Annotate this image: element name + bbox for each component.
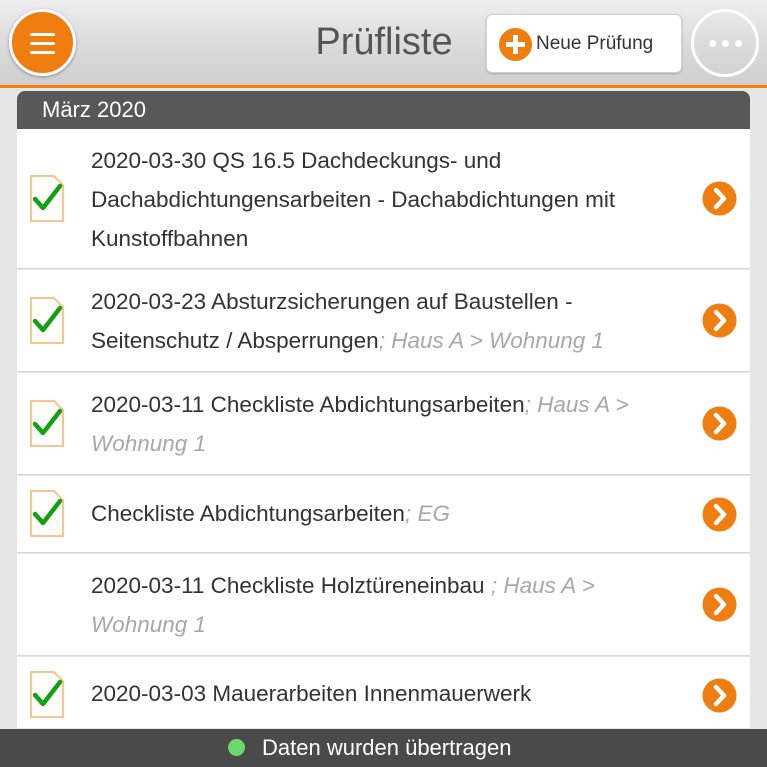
new-inspection-label: Neue Prüfung xyxy=(536,33,654,54)
status-bar: Daten wurden übertragen xyxy=(0,729,767,767)
chevron-right-icon[interactable] xyxy=(702,303,737,338)
more-dots-icon-dot xyxy=(722,40,729,47)
new-inspection-button[interactable]: Neue Prüfung xyxy=(486,14,682,73)
item-title: 2020-03-03 Mauerarbeiten Innenmauerwerk xyxy=(91,681,532,706)
item-text: Checkliste Abdichtungsarbeiten; EG xyxy=(91,494,691,533)
list-item[interactable]: 2020-03-11 Checkliste Holztüreneinbau ; … xyxy=(17,554,750,656)
chevron-right-icon[interactable] xyxy=(702,587,737,622)
list-item[interactable]: 2020-03-30 QS 16.5 Dachdeckungs- und Dac… xyxy=(17,129,750,269)
month-section-header: März 2020 xyxy=(17,91,750,129)
chevron-right-icon[interactable] xyxy=(702,497,737,532)
status-dot-icon xyxy=(228,739,245,756)
item-title: Checkliste Abdichtungsarbeiten xyxy=(91,501,405,526)
list-item[interactable]: 2020-03-03 Mauerarbeiten Innenmauerwerk xyxy=(17,657,750,728)
checked-document-icon xyxy=(29,399,65,448)
list-item[interactable]: 2020-03-11 Checkliste Abdichtungsarbeite… xyxy=(17,373,750,475)
checked-document-icon xyxy=(29,174,65,223)
inspection-list: 2020-03-30 QS 16.5 Dachdeckungs- und Dac… xyxy=(17,129,750,728)
chevron-right-icon[interactable] xyxy=(702,181,737,216)
item-title: 2020-03-11 Checkliste Holztüreneinbau xyxy=(91,573,491,598)
status-text: Daten wurden übertragen xyxy=(262,735,512,760)
list-item[interactable]: Checkliste Abdichtungsarbeiten; EG xyxy=(17,476,750,553)
hamburger-menu-icon xyxy=(30,33,55,36)
checked-document-icon xyxy=(29,670,65,719)
app-header: Prüfliste Neue Prüfung xyxy=(0,0,767,88)
item-location: ; Haus A > Wohnung 1 xyxy=(378,328,605,353)
page-title: Prüfliste xyxy=(315,21,453,63)
item-text: 2020-03-03 Mauerarbeiten Innenmauerwerk xyxy=(91,674,691,713)
add-icon xyxy=(499,28,532,61)
hamburger-menu-icon-bar xyxy=(30,51,55,54)
item-text: 2020-03-30 QS 16.5 Dachdeckungs- und Dac… xyxy=(91,141,691,258)
item-title: 2020-03-11 Checkliste Abdichtungsarbeite… xyxy=(91,392,525,417)
more-dots-icon-dot xyxy=(735,40,742,47)
chevron-right-icon[interactable] xyxy=(702,678,737,713)
list-item[interactable]: 2020-03-23 Absturzsicherungen auf Bauste… xyxy=(17,270,750,372)
chevron-right-icon[interactable] xyxy=(702,406,737,441)
menu-button[interactable] xyxy=(9,9,76,76)
item-title: 2020-03-30 QS 16.5 Dachdeckungs- und Dac… xyxy=(91,148,616,251)
checked-document-icon xyxy=(29,489,65,538)
item-text: 2020-03-23 Absturzsicherungen auf Bauste… xyxy=(91,282,691,360)
more-options-button[interactable] xyxy=(691,9,759,77)
item-text: 2020-03-11 Checkliste Abdichtungsarbeite… xyxy=(91,385,691,463)
more-dots-icon xyxy=(709,40,716,47)
item-text: 2020-03-11 Checkliste Holztüreneinbau ; … xyxy=(91,566,691,644)
checked-document-icon xyxy=(29,296,65,345)
item-location: ; EG xyxy=(404,501,450,526)
hamburger-menu-icon-bar xyxy=(30,42,55,45)
